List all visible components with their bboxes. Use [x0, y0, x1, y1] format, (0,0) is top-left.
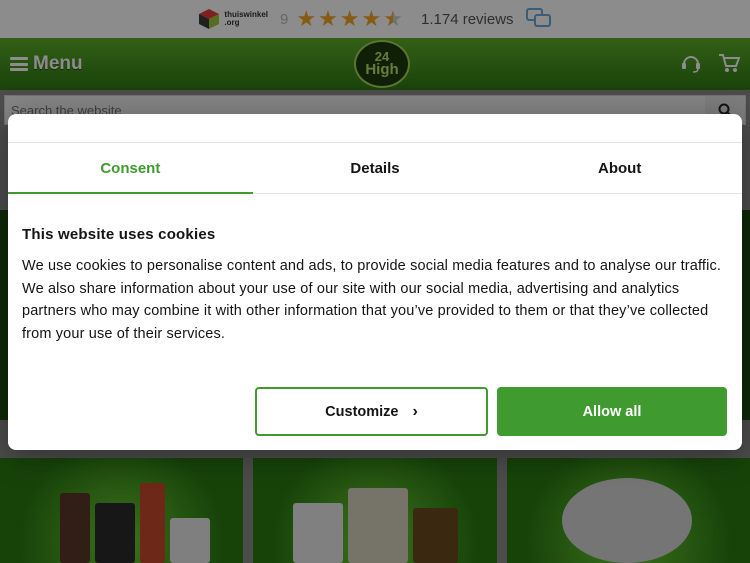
consent-heading: This website uses cookies — [22, 226, 216, 243]
customize-button[interactable]: Customize › — [255, 387, 488, 436]
tab-details[interactable]: Details — [253, 143, 498, 193]
cookie-consent-dialog: Consent Details About This website uses … — [8, 114, 742, 450]
consent-text: We use cookies to personalise content an… — [22, 258, 722, 342]
consent-body: This website uses cookies We use cookies… — [22, 226, 728, 345]
tab-about[interactable]: About — [497, 143, 742, 193]
customize-label: Customize — [325, 403, 399, 420]
allow-all-button[interactable]: Allow all — [497, 387, 727, 436]
cookie-tabs: Consent Details About — [8, 142, 742, 194]
tab-consent[interactable]: Consent — [8, 143, 253, 194]
chevron-right-icon: › — [412, 402, 418, 420]
